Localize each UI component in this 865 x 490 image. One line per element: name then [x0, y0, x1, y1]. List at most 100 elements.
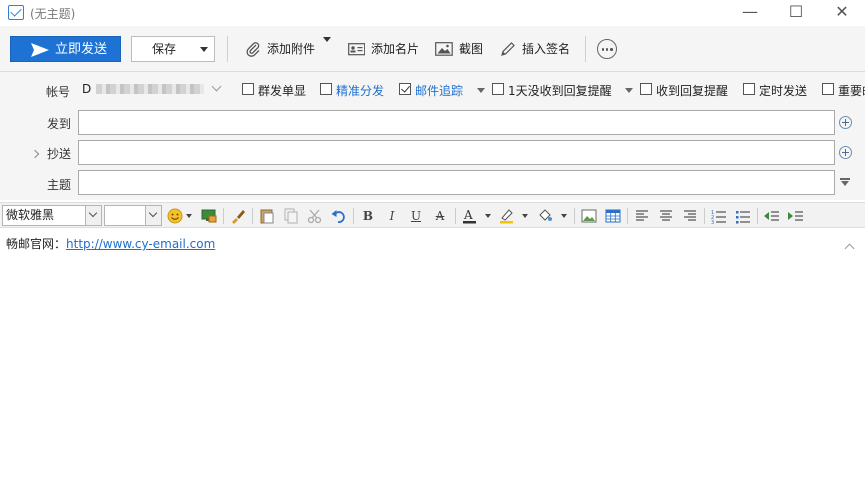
format-divider [704, 208, 705, 224]
bold-icon[interactable]: B [359, 207, 377, 225]
expand-chevron-icon[interactable] [30, 149, 40, 159]
paperclip-icon [246, 42, 260, 57]
align-center-icon[interactable] [657, 207, 675, 225]
subject-label: 主题 [47, 178, 72, 192]
account-chevron-down-icon[interactable] [211, 81, 222, 92]
highlight-color-icon[interactable] [498, 207, 516, 225]
signature-line: 畅邮官网：http://www.cy-email.com [6, 235, 215, 252]
compose-toolbar: 立即发送 保存 添加附件 添加名片 截图 插入签名 [0, 26, 865, 72]
add-cc-icon[interactable] [839, 146, 852, 159]
font-color-chevron-icon[interactable] [485, 214, 491, 218]
svg-text:3: 3 [711, 220, 714, 225]
decrease-indent-icon[interactable] [763, 207, 781, 225]
format-divider [353, 208, 354, 224]
highlight-chevron-icon[interactable] [522, 214, 528, 218]
bullet-list-icon[interactable] [734, 207, 752, 225]
underline-icon[interactable]: U [407, 207, 425, 225]
add-recipient-icon[interactable] [839, 116, 852, 129]
pen-icon [501, 42, 515, 56]
group-single-display-label: 群发单显 [258, 84, 307, 98]
add-attachment-label: 添加附件 [267, 42, 316, 56]
format-divider [455, 208, 456, 224]
title-bar: (无主题) — ☐ ✕ [0, 0, 865, 26]
fill-color-chevron-icon[interactable] [561, 214, 567, 218]
screenshot-button[interactable]: 截图 [435, 36, 487, 62]
message-body-editor[interactable]: 畅邮官网：http://www.cy-email.com [0, 229, 865, 490]
svg-text:A: A [463, 208, 473, 222]
align-right-icon[interactable] [681, 207, 699, 225]
send-now-label: 立即发送 [55, 42, 108, 57]
reply-received-reminder-label: 收到回复提醒 [656, 84, 729, 98]
emoji-icon[interactable] [166, 207, 184, 225]
scheduled-send-checkbox[interactable]: 定时发送 [743, 83, 813, 98]
minimize-button[interactable]: — [727, 0, 773, 26]
format-divider [223, 208, 224, 224]
format-divider [574, 208, 575, 224]
strikethrough-icon[interactable]: A [431, 207, 449, 225]
message-header-form: 帐号 D 群发单显 精准分发 邮件追踪 1天没收到回复提醒 收到回复提醒 定时发… [0, 72, 865, 200]
save-label: 保存 [152, 42, 177, 56]
tracking-options-chevron-icon[interactable] [477, 88, 485, 93]
format-divider [627, 208, 628, 224]
precise-split-checkbox[interactable]: 精准分发 [320, 83, 390, 98]
numbered-list-icon[interactable]: 1 2 3 [710, 207, 728, 225]
window-title: (无主题) [30, 7, 76, 21]
scroll-up-chevron-icon[interactable] [844, 243, 855, 254]
subject-menu-icon[interactable] [840, 178, 850, 188]
clear-format-brush-icon[interactable] [229, 207, 247, 225]
reminder-options-chevron-icon[interactable] [625, 88, 633, 93]
save-dropdown[interactable]: 保存 [131, 36, 215, 62]
one-day-no-reply-label: 1天没收到回复提醒 [508, 84, 612, 98]
one-day-no-reply-checkbox[interactable]: 1天没收到回复提醒 [492, 83, 617, 98]
chevron-down-icon[interactable] [85, 206, 101, 225]
copy-icon[interactable] [282, 207, 300, 225]
insert-table-icon[interactable] [604, 207, 622, 225]
fill-color-icon[interactable] [536, 207, 554, 225]
undo-icon[interactable] [330, 207, 348, 225]
cut-icon[interactable] [306, 207, 324, 225]
official-site-link[interactable]: http://www.cy-email.com [66, 237, 215, 251]
subject-input[interactable] [78, 170, 835, 195]
mail-tracking-checkbox[interactable]: 邮件追踪 [399, 83, 469, 98]
business-card-icon [348, 43, 365, 56]
insert-signature-button[interactable]: 插入签名 [500, 36, 578, 62]
to-input[interactable] [78, 110, 835, 135]
format-divider [757, 208, 758, 224]
cc-input[interactable] [78, 140, 835, 165]
cc-label: 抄送 [47, 147, 72, 161]
account-label: 帐号 [46, 85, 71, 99]
format-toolbar: 微软雅黑 B I U A A 1 2 3 [0, 202, 865, 228]
italic-icon[interactable]: I [383, 207, 401, 225]
increase-indent-icon[interactable] [787, 207, 805, 225]
insert-image-icon[interactable] [580, 207, 598, 225]
paste-icon[interactable] [258, 207, 276, 225]
reply-received-reminder-checkbox[interactable]: 收到回复提醒 [640, 83, 735, 98]
format-divider [252, 208, 253, 224]
group-single-display-checkbox[interactable]: 群发单显 [242, 83, 312, 98]
add-business-card-label: 添加名片 [371, 42, 420, 56]
font-color-icon[interactable]: A [461, 207, 479, 225]
send-icon [31, 43, 49, 57]
font-family-value: 微软雅黑 [6, 208, 55, 222]
align-left-icon[interactable] [633, 207, 651, 225]
insert-signature-label: 插入签名 [522, 42, 571, 56]
maximize-button[interactable]: ☐ [773, 0, 819, 26]
add-business-card-button[interactable]: 添加名片 [347, 36, 427, 62]
send-now-button[interactable]: 立即发送 [10, 36, 121, 62]
important-mail-checkbox[interactable]: 重要邮 [822, 83, 865, 97]
official-site-label: 畅邮官网： [6, 237, 67, 251]
account-value: D [82, 82, 92, 96]
to-label: 发到 [47, 117, 72, 131]
font-family-select[interactable]: 微软雅黑 [2, 205, 102, 226]
account-address-redacted [96, 84, 204, 94]
attachment-menu-chevron-icon[interactable] [323, 37, 331, 42]
image-from-screen-icon[interactable] [200, 207, 218, 225]
chevron-down-icon[interactable] [145, 206, 161, 225]
emoji-chevron-icon[interactable] [186, 214, 192, 218]
mail-tracking-label: 邮件追踪 [415, 84, 464, 98]
image-capture-icon [435, 42, 453, 56]
more-options-icon[interactable] [597, 39, 617, 59]
close-button[interactable]: ✕ [819, 0, 865, 26]
mail-app-icon [8, 5, 24, 20]
font-size-select[interactable] [104, 205, 162, 226]
